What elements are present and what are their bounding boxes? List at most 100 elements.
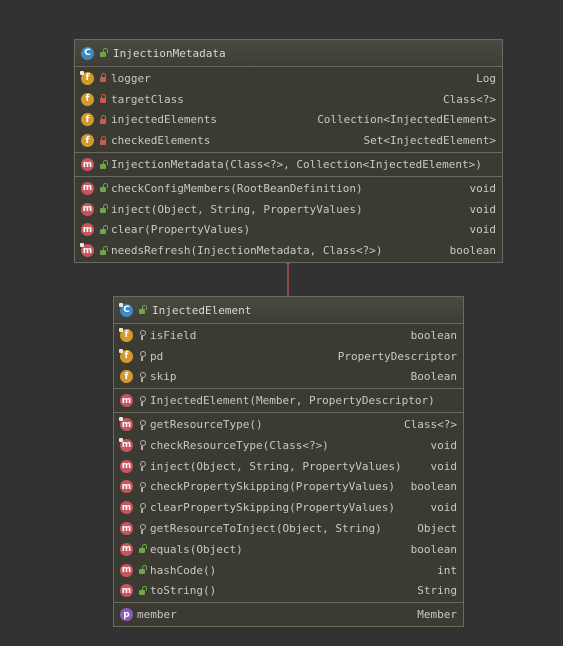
member-row[interactable]: p member Member — [114, 604, 463, 625]
member-name: injectedElements — [111, 113, 217, 127]
member-row[interactable]: m getResourceToInject(Object, String) Obje… — [114, 518, 463, 539]
member-row[interactable]: m checkConfigMembers(RootBeanDefinition) v… — [75, 178, 502, 199]
member-name: inject(Object, String, PropertyValues) — [111, 202, 363, 216]
member-name: inject(Object, String, PropertyValues) — [150, 459, 402, 473]
member-type: Object — [417, 522, 457, 536]
member-type: void — [430, 459, 458, 473]
fields-section: f logger Log f targetClass Class<?> f injectedE… — [75, 67, 502, 154]
member-name: targetClass — [111, 92, 184, 106]
fields-section: f isField boolean f pd PropertyDescriptor f ski… — [114, 324, 463, 390]
member-type: String — [417, 584, 457, 598]
constructors-section: m InjectedElement(Member, PropertyDescrip… — [114, 389, 463, 414]
member-row[interactable]: m inject(Object, String, PropertyValues) v… — [75, 199, 502, 220]
member-row[interactable]: f pd PropertyDescriptor — [114, 346, 463, 367]
member-row[interactable]: m inject(Object, String, PropertyValues) v… — [114, 456, 463, 477]
member-type: void — [469, 202, 497, 216]
method-icon: m — [81, 202, 94, 216]
member-type: Class<?> — [443, 92, 496, 106]
public-visibility-icon — [138, 585, 147, 596]
member-row[interactable]: f logger Log — [75, 68, 502, 89]
methods-section: m getResourceType() Class<?> m checkResource… — [114, 413, 463, 604]
member-name: getResourceType() — [150, 418, 263, 432]
constructors-section: m InjectionMetadata(Class<?>, Collection<… — [75, 153, 502, 177]
member-type: Set<InjectedElement> — [363, 134, 496, 148]
member-row[interactable]: m hashCode() int — [114, 560, 463, 581]
public-visibility-icon — [99, 245, 108, 256]
member-row[interactable]: m clearPropertySkipping(PropertyValues) vo… — [114, 497, 463, 518]
field-icon: f — [81, 134, 94, 148]
class-header[interactable]: C InjectedElement — [114, 297, 463, 324]
method-icon: m — [120, 394, 133, 408]
field-icon: f — [80, 70, 94, 85]
member-row[interactable]: f skip Boolean — [114, 367, 463, 388]
member-row[interactable]: m needsRefresh(InjectionMetadata, Class<?… — [75, 240, 502, 261]
method-icon: m — [119, 437, 133, 452]
member-row[interactable]: f targetClass Class<?> — [75, 89, 502, 110]
class-name: InjectedElement — [152, 303, 252, 317]
member-row[interactable]: f injectedElements Collection<InjectedElem… — [75, 110, 502, 131]
package-visibility-icon — [138, 481, 146, 492]
method-icon: m — [120, 522, 133, 536]
member-type: void — [469, 181, 497, 195]
method-icon: m — [80, 243, 94, 258]
package-visibility-icon — [138, 419, 146, 430]
package-visibility-icon — [138, 330, 146, 341]
member-name: checkResourceType(Class<?>) — [150, 438, 329, 452]
member-type: boolean — [449, 244, 496, 258]
member-row[interactable]: m checkResourceType(Class<?>) void — [114, 435, 463, 456]
public-visibility-icon — [138, 544, 147, 554]
member-row[interactable]: m InjectionMetadata(Class<?>, Collection<… — [75, 154, 502, 175]
member-type: Collection<InjectedElement> — [317, 113, 496, 127]
package-visibility-icon — [138, 523, 146, 534]
private-visibility-icon — [99, 114, 107, 125]
public-visibility-icon — [99, 48, 108, 58]
public-visibility-icon — [138, 565, 147, 575]
member-row[interactable]: f checkedElements Set<InjectedElement> — [75, 130, 502, 151]
member-name: needsRefresh(InjectionMetadata, Class<?>… — [111, 244, 383, 258]
member-type: void — [430, 501, 458, 515]
class-header[interactable]: C InjectionMetadata — [75, 40, 502, 67]
member-row[interactable]: m equals(Object) boolean — [114, 539, 463, 560]
field-icon: f — [81, 113, 94, 127]
method-icon: m — [120, 459, 133, 473]
member-row[interactable]: m clear(PropertyValues) void — [75, 220, 502, 241]
package-visibility-icon — [138, 502, 146, 513]
method-icon: m — [120, 584, 133, 598]
member-type: Log — [476, 71, 496, 85]
member-type: PropertyDescriptor — [337, 349, 457, 363]
class-box-injected-element[interactable]: C InjectedElement f isField boolean f pd Prop… — [113, 296, 464, 628]
public-visibility-icon — [138, 305, 147, 315]
field-icon: f — [119, 327, 133, 342]
package-visibility-icon — [138, 440, 146, 451]
member-row[interactable]: m toString() String — [114, 581, 463, 602]
member-name: hashCode() — [150, 563, 217, 577]
member-type: int — [437, 563, 457, 577]
public-visibility-icon — [99, 204, 108, 214]
abstract-class-icon: C — [119, 302, 133, 317]
member-type: boolean — [410, 480, 457, 494]
private-visibility-icon — [99, 94, 107, 104]
method-icon: m — [120, 501, 133, 515]
member-name: InjectionMetadata(Class<?>, Collection<I… — [111, 158, 482, 172]
member-row[interactable]: f isField boolean — [114, 325, 463, 346]
member-type: Member — [417, 608, 457, 622]
member-row[interactable]: m checkPropertySkipping(PropertyValues) bo… — [114, 477, 463, 498]
method-icon: m — [81, 181, 94, 195]
private-visibility-icon — [99, 73, 107, 83]
member-row[interactable]: m getResourceType() Class<?> — [114, 414, 463, 435]
private-visibility-icon — [99, 135, 107, 146]
class-name: InjectionMetadata — [113, 46, 226, 60]
public-visibility-icon — [99, 159, 108, 170]
member-type: void — [469, 223, 497, 237]
member-name: clear(PropertyValues) — [111, 223, 251, 237]
member-type: void — [430, 438, 458, 452]
public-visibility-icon — [99, 183, 108, 193]
property-icon: p — [120, 608, 133, 622]
method-icon: m — [119, 417, 133, 432]
method-icon: m — [120, 542, 133, 556]
member-name: toString() — [150, 584, 217, 598]
member-row[interactable]: m InjectedElement(Member, PropertyDescrip… — [114, 390, 463, 411]
class-box-injection-metadata[interactable]: C InjectionMetadata f logger Log f targetCla… — [74, 39, 503, 264]
package-visibility-icon — [138, 395, 146, 406]
member-name: isField — [150, 328, 197, 342]
